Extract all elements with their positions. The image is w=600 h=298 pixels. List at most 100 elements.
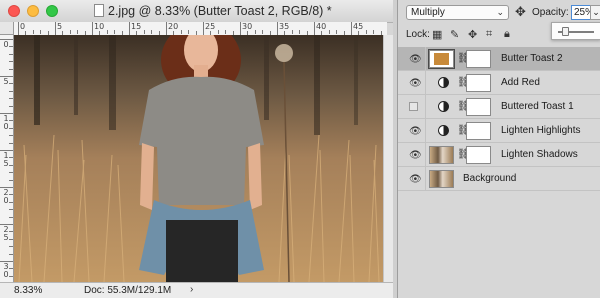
eye-icon[interactable]: 👁︎ (409, 174, 422, 185)
blend-mode-value: Multiply (411, 7, 445, 18)
lock-position-icon[interactable]: ✥ (468, 28, 477, 41)
layers-panel: Multiply ⌄ ✥ Opacity: 25% ⌄ Lock: ▦ ✎ ✥ … (397, 0, 600, 298)
ruler-label: 25 (205, 22, 216, 31)
ruler-subtick (336, 30, 338, 34)
move-cross-icon[interactable]: ✥ (515, 4, 526, 20)
ruler-subtick (9, 68, 13, 70)
layer-thumbnail[interactable] (428, 49, 455, 69)
ruler-subtick (40, 30, 42, 34)
ruler-subtick (9, 216, 13, 218)
ruler-subtick (9, 105, 13, 107)
layer-name[interactable]: Lighten Shadows (501, 149, 578, 160)
layer-butter-toast-2[interactable]: 👁︎ ⛓︎ Butter Toast 2 (398, 47, 600, 71)
blend-mode-dropdown[interactable]: Multiply ⌄ (406, 5, 509, 20)
ruler-subtick (217, 30, 219, 34)
opacity-dropdown-button[interactable]: ⌄ (590, 5, 600, 20)
layer-background[interactable]: 👁︎ Background (398, 167, 600, 191)
opacity-label: Opacity: (532, 7, 569, 18)
adjustment-layer-icon[interactable] (438, 101, 449, 112)
ruler-subtick (225, 30, 227, 34)
ruler-label: 5 (3, 77, 9, 86)
ruler-subtick (9, 61, 13, 63)
adjustment-layer-icon[interactable] (438, 125, 449, 136)
layer-add-red[interactable]: 👁︎ ⛓︎ Add Red (398, 71, 600, 95)
maximize-window-button[interactable] (46, 5, 58, 17)
close-window-button[interactable] (8, 5, 20, 17)
ruler-subtick (9, 46, 13, 48)
document-titlebar[interactable]: 2.jpg @ 8.33% (Butter Toast 2, RGB/8) * (0, 0, 393, 23)
ruler-subtick (328, 30, 330, 34)
fill-color-swatch (434, 53, 449, 65)
ruler-subtick (9, 164, 13, 166)
ruler-subtick (151, 30, 153, 34)
layer-lighten-highlights[interactable]: 👁︎ ⛓︎ Lighten Highlights (398, 119, 600, 143)
ruler-label: 15 (131, 22, 142, 31)
ruler-label: 5 (57, 22, 63, 31)
layer-name[interactable]: Buttered Toast 1 (501, 101, 574, 112)
layer-name[interactable]: Lighten Highlights (501, 125, 581, 136)
ruler-tick (55, 22, 56, 35)
ruler-subtick (9, 142, 13, 144)
photo-thumbnail[interactable] (429, 146, 454, 164)
ruler-subtick (9, 231, 13, 233)
layer-mask-thumbnail[interactable] (466, 146, 491, 164)
status-menu-arrow-icon[interactable]: › (190, 284, 193, 295)
layer-buttered-toast-1[interactable]: ⛓︎ Buttered Toast 1 (398, 95, 600, 119)
zoom-level[interactable]: 8.33% (14, 285, 42, 296)
document-size-info: Doc: 55.3M/129.1M (84, 285, 172, 296)
document-file-icon (94, 4, 104, 17)
ruler-subtick (254, 30, 256, 34)
minimize-window-button[interactable] (27, 5, 39, 17)
ruler-subtick (373, 30, 375, 34)
layer-name[interactable]: Butter Toast 2 (501, 53, 563, 64)
ruler-tick (240, 22, 241, 35)
ruler-subtick (9, 83, 13, 85)
lock-transparent-pixels-icon[interactable]: ▦ (432, 28, 442, 41)
ruler-subtick (143, 30, 145, 34)
lock-icon[interactable]: 🔒︎ (504, 28, 510, 41)
adjustment-layer-icon[interactable] (438, 77, 449, 88)
ruler-subtick (9, 53, 13, 55)
eye-icon[interactable]: 👁︎ (409, 126, 422, 137)
ruler-subtick (9, 127, 13, 129)
layers-list: 👁︎ ⛓︎ Butter Toast 2 👁︎ ⛓︎ Add Red ⛓︎ Bu (398, 47, 600, 191)
horizontal-ruler[interactable]: 0 5 10 15 20 25 30 35 40 45 (14, 22, 387, 36)
ruler-tick (129, 22, 130, 35)
ruler-tick (18, 22, 19, 35)
eye-icon[interactable]: 👁︎ (409, 54, 422, 65)
visibility-off-box[interactable] (409, 102, 418, 111)
document-window: 2.jpg @ 8.33% (Butter Toast 2, RGB/8) * … (0, 0, 393, 298)
chevron-down-icon: ⌄ (496, 7, 504, 17)
artboard-crop-icon[interactable]: ⌗ (486, 28, 492, 41)
layer-lighten-shadows[interactable]: 👁︎ ⛓︎ Lighten Shadows (398, 143, 600, 167)
photo-thumbnail[interactable] (429, 170, 454, 188)
layer-mask-thumbnail[interactable] (466, 50, 491, 68)
document-title: 2.jpg @ 8.33% (Butter Toast 2, RGB/8) * (108, 4, 332, 18)
ruler-subtick (9, 157, 13, 159)
vertical-scrollbar[interactable] (383, 35, 393, 282)
ruler-subtick (365, 30, 367, 34)
ruler-tick (351, 22, 352, 35)
ruler-subtick (9, 246, 13, 248)
ruler-label: 35 (279, 22, 290, 31)
eye-icon[interactable]: 👁︎ (409, 78, 422, 89)
image-canvas[interactable] (14, 35, 383, 282)
ruler-tick (166, 22, 167, 35)
ruler-subtick (9, 172, 13, 174)
ruler-tick (92, 22, 93, 35)
ruler-subtick (9, 275, 13, 277)
eye-icon[interactable]: 👁︎ (409, 150, 422, 161)
ruler-subtick (188, 30, 190, 34)
layer-mask-thumbnail[interactable] (466, 98, 491, 116)
opacity-slider-popup[interactable] (551, 22, 600, 40)
ruler-origin[interactable] (0, 22, 14, 35)
ruler-label: 20 (168, 22, 179, 31)
layer-name[interactable]: Background (463, 173, 516, 184)
lock-image-pixels-brush-icon[interactable]: ✎ (450, 28, 459, 41)
opacity-slider-thumb[interactable] (562, 27, 570, 36)
vertical-ruler[interactable]: 051 01 52 02 53 0 (0, 35, 14, 282)
layer-mask-thumbnail[interactable] (466, 122, 491, 140)
layer-mask-thumbnail[interactable] (466, 74, 491, 92)
ruler-subtick (69, 30, 71, 34)
layer-name[interactable]: Add Red (501, 77, 540, 88)
